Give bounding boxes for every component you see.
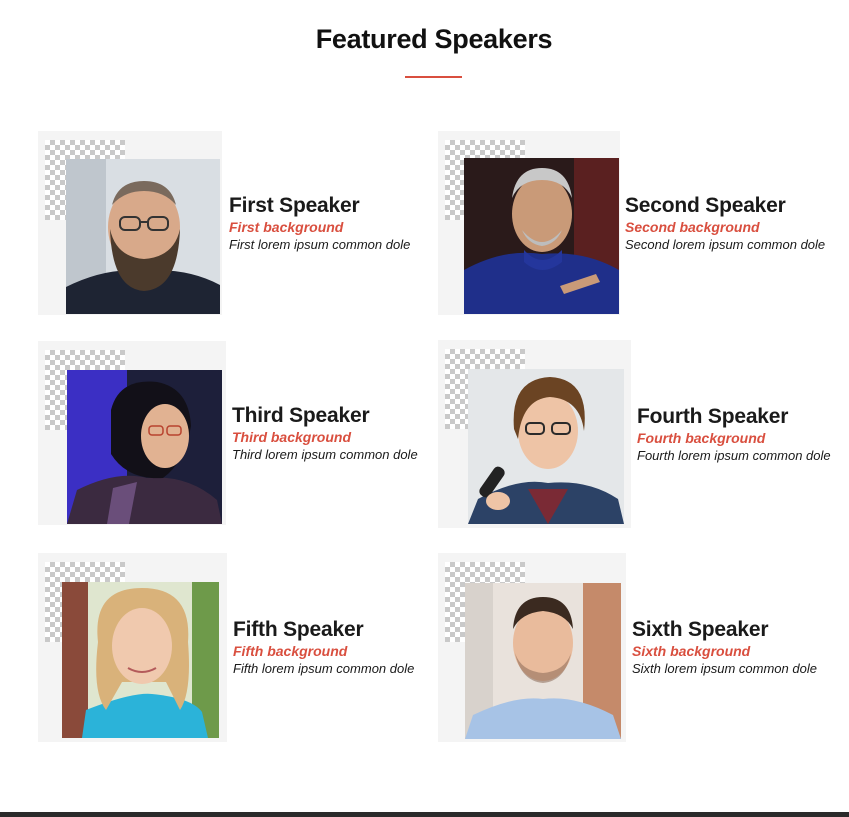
speaker-info: Fourth Speaker Fourth background Fourth … — [637, 404, 831, 464]
speaker-name[interactable]: Sixth Speaker — [632, 617, 817, 643]
speaker-name[interactable]: Third Speaker — [232, 403, 418, 429]
speaker-photo-frame — [438, 131, 620, 315]
speaker-photo[interactable] — [62, 582, 219, 738]
speaker-card-4[interactable]: Fourth Speaker Fourth background Fourth … — [438, 340, 838, 528]
section-title: Featured Speakers — [315, 24, 553, 54]
speaker-name[interactable]: Second Speaker — [625, 193, 825, 219]
speaker-card-6[interactable]: Sixth Speaker Sixth background Sixth lor… — [438, 553, 838, 743]
speaker-card-2[interactable]: Second Speaker Second background Second … — [438, 131, 838, 316]
speaker-photo-frame — [38, 131, 222, 315]
speaker-name[interactable]: Fifth Speaker — [233, 617, 414, 643]
speaker-name[interactable]: First Speaker — [229, 193, 410, 219]
speaker-info: First Speaker First background First lor… — [229, 193, 410, 253]
speaker-description: Sixth lorem ipsum common dole — [632, 661, 817, 676]
speaker-card-1[interactable]: First Speaker First background First lor… — [38, 131, 438, 316]
speaker-name[interactable]: Fourth Speaker — [637, 404, 831, 430]
speaker-photo-frame — [38, 553, 227, 742]
speaker-background: Third background — [232, 429, 351, 445]
speaker-info: Second Speaker Second background Second … — [625, 193, 825, 253]
title-divider — [405, 76, 462, 78]
speaker-photo[interactable] — [66, 159, 220, 314]
footer-bar — [0, 812, 849, 817]
speaker-photo[interactable] — [464, 158, 619, 314]
speaker-description: Third lorem ipsum common dole — [232, 447, 418, 462]
speaker-photo[interactable] — [67, 370, 222, 524]
speaker-background: Fourth background — [637, 430, 766, 446]
speaker-description: Second lorem ipsum common dole — [625, 237, 826, 252]
speaker-info: Fifth Speaker Fifth background Fifth lor… — [233, 617, 414, 677]
speaker-card-5[interactable]: Fifth Speaker Fifth background Fifth lor… — [38, 553, 438, 743]
speaker-photo[interactable] — [468, 369, 624, 524]
speaker-background: First background — [229, 219, 344, 235]
speaker-photo-frame — [438, 553, 626, 742]
speaker-card-3[interactable]: Third Speaker Third background Third lor… — [38, 341, 438, 526]
speaker-description: Fifth lorem ipsum common dole — [233, 661, 415, 676]
speaker-background: Second background — [625, 219, 760, 235]
speaker-info: Sixth Speaker Sixth background Sixth lor… — [632, 617, 817, 677]
speaker-photo-frame — [438, 340, 631, 528]
speaker-info: Third Speaker Third background Third lor… — [232, 403, 418, 463]
speaker-description: First lorem ipsum common dole — [229, 237, 411, 252]
speaker-photo-frame — [38, 341, 226, 525]
speaker-photo[interactable] — [465, 583, 621, 739]
speaker-description: Fourth lorem ipsum common dole — [637, 448, 831, 463]
speaker-background: Sixth background — [632, 643, 751, 659]
speaker-background: Fifth background — [233, 643, 348, 659]
